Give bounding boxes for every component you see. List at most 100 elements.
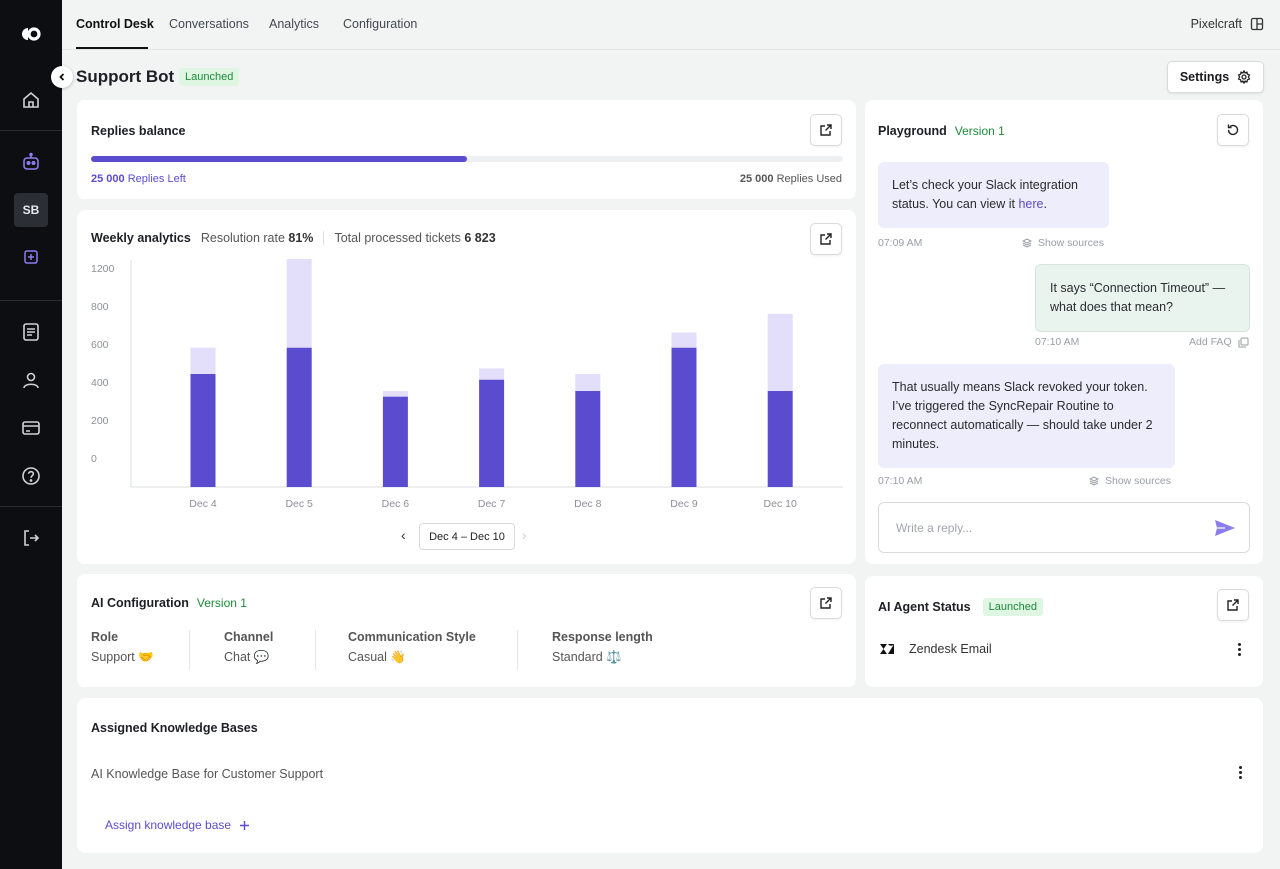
bar-dec-8-series-2	[575, 374, 601, 391]
bar-dec-7-series-1	[479, 379, 505, 487]
collapse-sidebar-button[interactable]	[51, 66, 73, 88]
assign-knowledge-base-button[interactable]: Assign knowledge base	[105, 818, 250, 832]
message-time: 07:09 AM	[878, 237, 923, 249]
previous-range-button[interactable]: ‹	[401, 527, 406, 543]
open-ai-configuration-button[interactable]	[810, 587, 842, 619]
layout-panel-icon	[1250, 17, 1264, 31]
x-tick-label: Dec 10	[764, 498, 797, 510]
config-communication-style: Communication Style Casual 👋	[348, 630, 476, 664]
bar-dec-9-series-1	[671, 347, 697, 487]
resolution-rate: Resolution rate 81%	[200, 231, 314, 245]
integration-more-icon[interactable]	[1238, 643, 1242, 656]
tab-analytics[interactable]: Analytics	[269, 17, 319, 31]
bar-dec-4-series-1	[190, 374, 216, 487]
y-tick-label: 800	[91, 301, 109, 313]
external-link-icon	[820, 597, 832, 609]
bar-dec-9-series-2	[671, 332, 697, 348]
show-sources-button[interactable]: Show sources	[1089, 475, 1171, 487]
send-icon[interactable]	[1214, 519, 1236, 537]
add-bot-icon[interactable]	[19, 245, 43, 269]
source-link[interactable]: here	[1018, 197, 1043, 211]
open-agent-status-button[interactable]	[1217, 589, 1249, 621]
home-icon[interactable]	[19, 88, 43, 112]
message-time: 07:10 AM	[1035, 336, 1080, 348]
agent-status-badge: Launched	[982, 598, 1043, 616]
integration-row[interactable]: Zendesk Email	[879, 642, 992, 656]
ai-agent-status-card: AI Agent Status Launched Zendesk Email	[865, 576, 1263, 687]
bar-dec-10-series-1	[767, 390, 793, 487]
bar-dec-7-series-2	[479, 368, 505, 380]
logout-icon[interactable]	[19, 526, 43, 550]
x-tick-label: Dec 9	[670, 498, 698, 510]
date-range-picker[interactable]: Dec 4 – Dec 10	[419, 523, 515, 550]
replies-left: 25 000 Replies Left	[91, 173, 186, 185]
reply-input[interactable]: Write a reply...	[878, 502, 1250, 553]
bar-dec-10-series-2	[767, 313, 793, 391]
add-faq-button[interactable]: Add FAQ	[1189, 336, 1249, 348]
external-link-icon	[1227, 599, 1239, 611]
top-navigation: Control Desk Conversations Analytics Con…	[62, 0, 1280, 50]
help-icon[interactable]	[19, 464, 43, 488]
tab-control-desk[interactable]: Control Desk	[76, 17, 154, 31]
replies-balance-card: Replies balance 25 000 Replies Left 25 0…	[77, 100, 856, 199]
weekly-analytics-header: Weekly analytics Resolution rate 81% Tot…	[91, 231, 496, 245]
knowledge-bases-card: Assigned Knowledge Bases AI Knowledge Ba…	[77, 698, 1263, 853]
sidebar: SB	[0, 0, 62, 869]
bar-dec-5-series-2	[286, 259, 312, 348]
knowledge-base-item[interactable]: AI Knowledge Base for Customer Support	[91, 767, 323, 781]
ai-agent-status-title: AI Agent Status Launched	[878, 598, 1043, 616]
bar-dec-4-series-2	[190, 347, 216, 374]
x-tick-label: Dec 8	[574, 498, 602, 510]
gear-icon	[1237, 70, 1251, 84]
y-tick-label: 400	[91, 377, 109, 389]
weekly-analytics-chart: 0 200 400 600 800 1200 Dec 4 Dec 5 Dec 6 Dec 7 Dec…	[91, 259, 843, 510]
replies-used: 25 000 Replies Used	[739, 173, 842, 185]
show-sources-button[interactable]: Show sources	[1022, 237, 1104, 249]
replies-balance-title: Replies balance	[91, 124, 186, 138]
knowledge-base-more-icon[interactable]	[1239, 766, 1243, 779]
page-title: Support Bot	[76, 67, 175, 86]
tab-configuration[interactable]: Configuration	[343, 17, 417, 31]
bot-icon[interactable]	[19, 150, 43, 174]
copy-icon	[1238, 337, 1249, 347]
y-tick-label: 600	[91, 339, 109, 351]
config-role: Role Support 🤝	[91, 630, 154, 664]
y-tick-label: 0	[91, 453, 97, 465]
workspace-switcher[interactable]: Pixelcraft	[1191, 17, 1264, 31]
app-logo[interactable]	[20, 24, 42, 44]
document-icon[interactable]	[19, 320, 43, 344]
settings-label: Settings	[1179, 70, 1230, 84]
chevron-left-icon	[59, 73, 65, 81]
user-message: It says “Connection Timeout” — what does…	[1035, 264, 1250, 332]
next-range-button[interactable]: ›	[522, 527, 527, 543]
ai-configuration-card: AI Configuration Version 1 Role Support 🤝 …	[77, 574, 856, 687]
active-tab-indicator	[76, 47, 148, 49]
bar-dec-5-series-1	[286, 347, 312, 487]
credit-card-icon[interactable]	[19, 416, 43, 440]
external-link-icon	[820, 233, 832, 245]
open-replies-balance-button[interactable]	[810, 114, 842, 146]
reset-conversation-button[interactable]	[1217, 114, 1249, 146]
tab-conversations[interactable]: Conversations	[169, 17, 249, 31]
x-tick-label: Dec 5	[285, 498, 313, 510]
knowledge-bases-title: Assigned Knowledge Bases	[91, 721, 258, 735]
processed-tickets: Total processed tickets 6 823	[334, 231, 496, 245]
external-link-icon	[820, 124, 832, 136]
replies-progress-bar	[91, 156, 843, 162]
layers-icon	[1022, 238, 1032, 248]
replies-progress-fill	[91, 156, 467, 162]
plus-icon	[240, 820, 250, 830]
user-icon[interactable]	[19, 368, 43, 392]
config-channel: Channel Chat 💬	[224, 630, 274, 664]
status-badge: Launched	[179, 68, 240, 86]
playground-card: Playground Version 1 Let’s check your Sla…	[865, 100, 1263, 564]
weekly-analytics-card: Weekly analytics Resolution rate 81% Tot…	[77, 210, 856, 564]
workspace-name: Pixelcraft	[1190, 17, 1242, 31]
message-time: 07:10 AM	[878, 475, 923, 487]
bar-dec-6-series-1	[382, 396, 408, 487]
zendesk-icon	[880, 644, 894, 654]
weekly-analytics-title: Weekly analytics	[91, 231, 191, 245]
settings-button[interactable]: Settings	[1167, 61, 1264, 93]
x-tick-label: Dec 4	[189, 498, 217, 510]
bot-avatar[interactable]: SB	[14, 193, 48, 227]
